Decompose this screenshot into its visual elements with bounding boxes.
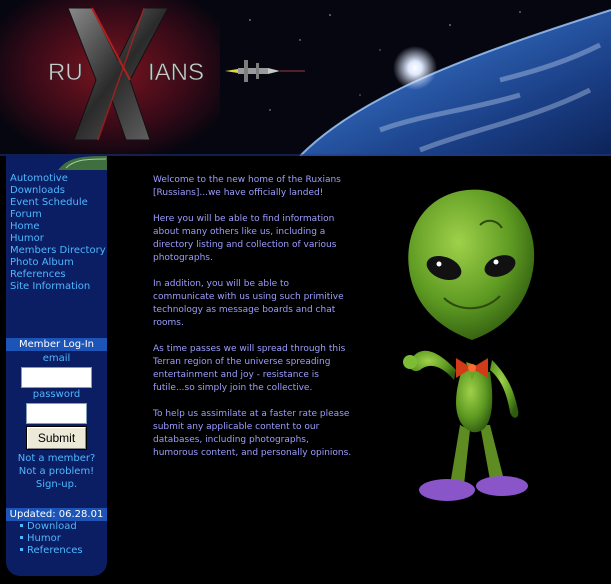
signup-prompt: Not a member? Not a problem! Sign-up. — [6, 452, 107, 491]
bullet-icon — [20, 536, 23, 539]
not-problem-text: Not a problem! — [18, 466, 95, 477]
nav-item-humor[interactable]: Humor — [10, 233, 106, 245]
sidebar: Automotive Downloads Event Schedule Foru… — [6, 156, 107, 576]
bullet-icon — [20, 548, 23, 551]
nav-item-automotive[interactable]: Automotive — [10, 173, 106, 185]
assimilate-paragraph: To help us assimilate at a faster rate p… — [153, 409, 352, 458]
login-heading: Member Log-In — [6, 338, 107, 351]
main-content: Welcome to the new home of the Ruxians [… — [153, 174, 353, 473]
not-member-text: Not a member? — [17, 453, 96, 464]
bullet-icon — [20, 524, 23, 527]
communication-paragraph: In addition, you will be able to communi… — [153, 279, 344, 328]
updated-item-references[interactable]: References — [20, 545, 83, 557]
email-field[interactable] — [21, 367, 92, 388]
header-banner: RU IANS — [0, 0, 611, 156]
information-paragraph: Here you will be able to find informatio… — [153, 214, 337, 263]
nav-item-home[interactable]: Home — [10, 221, 106, 233]
sidebar-tab-graphic — [58, 156, 107, 170]
nav-item-event-schedule[interactable]: Event Schedule — [10, 197, 106, 209]
nav-item-downloads[interactable]: Downloads — [10, 185, 106, 197]
updated-item-download[interactable]: Download — [20, 521, 83, 533]
banner-artwork: RU IANS — [0, 0, 611, 156]
nav-item-site-information[interactable]: Site Information — [10, 281, 106, 293]
nav-item-photo-album[interactable]: Photo Album — [10, 257, 106, 269]
password-field[interactable] — [26, 403, 87, 424]
svg-text:RU: RU — [48, 59, 83, 86]
password-label: password — [32, 389, 81, 400]
nav-menu: Automotive Downloads Event Schedule Foru… — [10, 173, 106, 293]
resistance-paragraph: As time passes we will spread through th… — [153, 344, 346, 393]
updated-list: Download Humor References — [20, 521, 83, 557]
updated-item-humor[interactable]: Humor — [20, 533, 83, 545]
nav-item-references[interactable]: References — [10, 269, 106, 281]
submit-button[interactable]: Submit — [27, 427, 86, 449]
updated-heading: Updated: 06.28.01 — [6, 508, 107, 521]
nav-item-forum[interactable]: Forum — [10, 209, 106, 221]
nav-item-members-directory[interactable]: Members Directory — [10, 245, 106, 257]
alien-mascot-image — [392, 180, 542, 520]
welcome-paragraph: Welcome to the new home of the Ruxians [… — [153, 175, 341, 198]
svg-text:IANS: IANS — [148, 59, 204, 86]
signup-link[interactable]: Sign-up. — [6, 478, 107, 491]
email-label: email — [42, 353, 71, 364]
